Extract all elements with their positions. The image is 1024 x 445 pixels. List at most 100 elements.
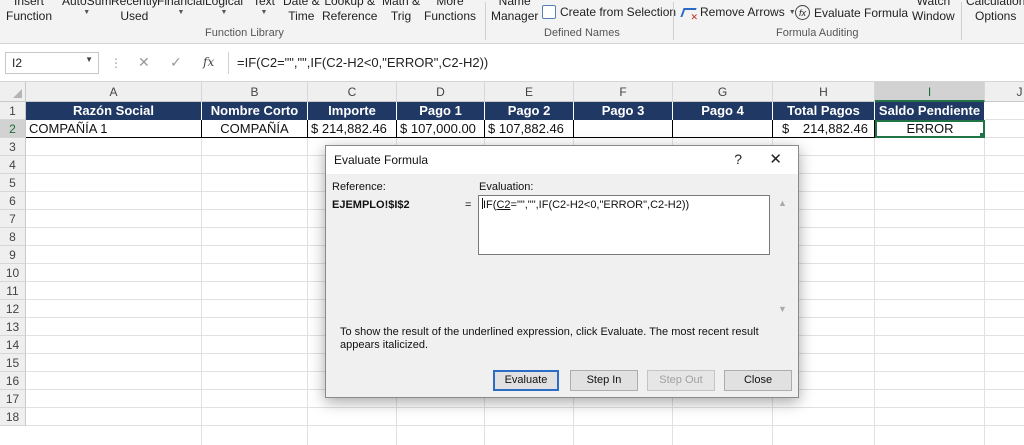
row-header-9[interactable]: 9 [0,246,26,264]
row-header-13[interactable]: 13 [0,318,26,336]
more-functions-label: More Functions [424,0,477,23]
row-header-11[interactable]: 11 [0,282,26,300]
row-header-15[interactable]: 15 [0,354,26,372]
column-header-j[interactable]: J [985,82,1024,102]
step-out-button[interactable]: Step Out [647,370,715,391]
row-header-16[interactable]: 16 [0,372,26,390]
column-header-i[interactable]: I [875,82,985,102]
create-from-selection-button[interactable]: Create from Selection [542,5,676,19]
header-cell-f[interactable]: Pago 3 [574,102,673,120]
row-header-2[interactable]: 2 [0,120,26,138]
row-header-4[interactable]: 4 [0,156,26,174]
header-cell-g[interactable]: Pago 4 [673,102,773,120]
gridline [26,425,1024,426]
name-box[interactable]: I2 ▼ [5,52,99,74]
cell-e2[interactable]: $ 107,882.46 [485,120,574,138]
logical-button[interactable]: Logical ▼ [205,0,243,17]
row-header-5[interactable]: 5 [0,174,26,192]
function-library-group-label: Function Library [205,27,284,39]
remove-arrows-button[interactable]: Remove Arrows▼ [681,5,795,23]
math-trig-button[interactable]: Math & Trig [382,0,420,24]
row-header-18[interactable]: 18 [0,408,26,426]
column-header-g[interactable]: G [673,82,773,102]
gridline [201,102,202,445]
text-button[interactable]: Text ▼ [253,0,275,17]
column-header-e[interactable]: E [485,82,574,102]
cell-f2[interactable] [574,120,673,138]
scroll-down-icon[interactable]: ▼ [778,304,787,314]
watch-window-label: Watch Window [912,0,955,23]
row-header-17[interactable]: 17 [0,390,26,408]
text-label: Text [253,0,276,8]
row-header-8[interactable]: 8 [0,228,26,246]
defined-names-group-label: Defined Names [544,27,620,39]
watch-window-button[interactable]: Watch Window [912,0,955,24]
step-in-button[interactable]: Step In [570,370,638,391]
header-cell-i[interactable]: Saldo Pendiente [875,102,985,120]
header-cell-c[interactable]: Importe [308,102,397,120]
row-header-3[interactable]: 3 [0,138,26,156]
evaluation-scrollbar[interactable]: ▲ ▼ [775,195,791,317]
recently-used-button[interactable]: Recently Used [111,0,158,24]
equals-sign: = [465,199,472,211]
date-time-label: Date & Time [283,0,320,23]
group-divider [485,2,486,40]
row-header-14[interactable]: 14 [0,336,26,354]
lookup-reference-button[interactable]: Lookup & Reference [322,0,377,24]
column-header-c[interactable]: C [308,82,397,102]
header-cell-h[interactable]: Total Pagos [773,102,875,120]
insert-function-icon[interactable]: fx [203,55,214,69]
cell-h2[interactable]: $214,882.46 [773,120,875,138]
calculation-options-button[interactable]: Calculation Options [966,0,1024,24]
close-icon[interactable]: ✕ [769,150,782,168]
evaluate-button[interactable]: Evaluate [493,370,559,391]
insert-function-label: Insert Function [6,0,53,23]
cell-g2[interactable] [673,120,773,138]
row-header-7[interactable]: 7 [0,210,26,228]
function-icon: fx [795,5,810,20]
formula-input[interactable]: =IF(C2="","",IF(C2-H2<0,"ERROR",C2-H2)) [228,52,1024,74]
column-header-a[interactable]: A [26,82,202,102]
column-header-d[interactable]: D [397,82,485,102]
cell-d2[interactable]: $ 107,000.00 [397,120,485,138]
select-all-button[interactable] [0,82,26,102]
enter-icon[interactable]: ✓ [170,54,182,71]
header-cell-b[interactable]: Nombre Corto [202,102,308,120]
row-header-6[interactable]: 6 [0,192,26,210]
cancel-icon[interactable]: ✕ [138,54,150,71]
name-manager-label: Name Manager [491,0,539,23]
date-time-button[interactable]: Date & Time [283,0,320,24]
column-header-b[interactable]: B [202,82,308,102]
column-header-h[interactable]: H [773,82,875,102]
chevron-down-icon: ▼ [83,9,91,16]
row-header-1[interactable]: 1 [0,102,26,120]
header-cell-a[interactable]: Razón Social [26,102,202,120]
cell-i2[interactable]: ERROR [875,120,985,138]
cell-b2[interactable]: COMPAÑÍA [202,120,308,138]
autosum-button[interactable]: AutoSum ▼ [62,0,111,17]
cell-a2[interactable]: COMPAÑÍA 1 [26,120,202,138]
math-trig-label: Math & Trig [382,0,421,23]
insert-function-button[interactable]: Insert Function [6,0,52,24]
scroll-up-icon[interactable]: ▲ [778,198,787,208]
more-functions-button[interactable]: More Functions [424,0,476,24]
evaluation-underlined-expression: C2 [496,199,511,211]
gridline [874,102,875,445]
financial-button[interactable]: Financial ▼ [157,0,205,17]
recently-used-label: Recently Used [111,0,158,23]
chevron-down-icon[interactable]: ▼ [85,55,93,64]
evaluate-formula-button[interactable]: fx Evaluate Formula [795,5,908,20]
row-header-10[interactable]: 10 [0,264,26,282]
help-icon[interactable]: ? [734,151,742,167]
currency-symbol: $ [782,121,790,136]
close-button[interactable]: Close [724,370,792,391]
remove-arrows-icon [681,5,698,23]
header-cell-d[interactable]: Pago 1 [397,102,485,120]
name-manager-button[interactable]: Name Manager [491,0,538,24]
header-cell-e[interactable]: Pago 2 [485,102,574,120]
row-header-12[interactable]: 12 [0,300,26,318]
evaluation-box[interactable]: IF(C2="","",IF(C2-H2<0,"ERROR",C2-H2)) [478,195,770,255]
cell-c2[interactable]: $ 214,882.46 [308,120,397,138]
column-header-f[interactable]: F [574,82,673,102]
dialog-help-text: To show the result of the underlined exp… [340,326,759,351]
